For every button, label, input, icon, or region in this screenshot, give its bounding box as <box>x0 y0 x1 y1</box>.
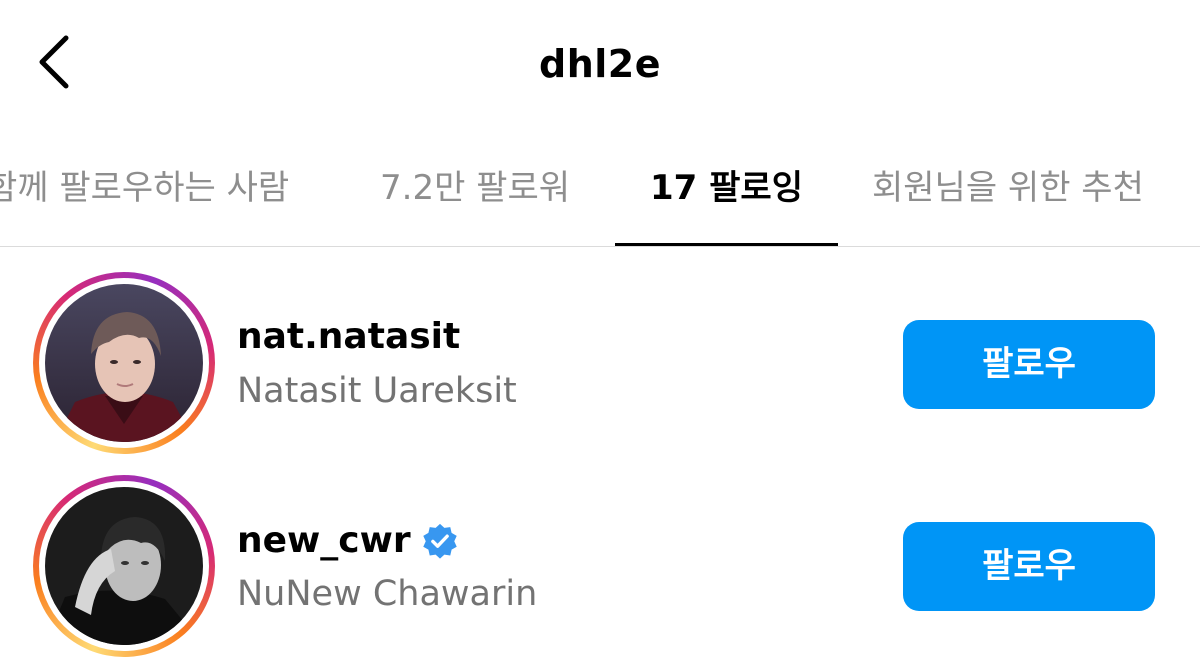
following-screen: dhl2e 함께 팔로우하는 사람 7.2만 팔로워 17 팔로잉 회원님을 위… <box>0 0 1200 660</box>
avatar <box>45 487 203 645</box>
username[interactable]: new_cwr <box>237 517 411 565</box>
active-tab-indicator <box>615 243 838 246</box>
tab-mutual-followers[interactable]: 함께 팔로우하는 사람 <box>0 160 289 216</box>
list-item: new_cwr NuNew Chawarin 팔로우 <box>0 472 1200 660</box>
list-item: nat.natasit Natasit Uareksit 팔로우 <box>0 270 1200 460</box>
tab-followers[interactable]: 7.2만 팔로워 <box>380 160 570 216</box>
full-name: NuNew Chawarin <box>237 574 538 614</box>
story-ring[interactable] <box>33 272 215 454</box>
avatar <box>45 284 203 442</box>
username[interactable]: nat.natasit <box>237 313 460 361</box>
header: dhl2e <box>0 0 1200 130</box>
tab-following[interactable]: 17 팔로잉 <box>650 160 803 216</box>
tab-bar: 함께 팔로우하는 사람 7.2만 팔로워 17 팔로잉 회원님을 위한 추천 <box>0 130 1200 247</box>
follow-button[interactable]: 팔로우 <box>903 522 1155 611</box>
tab-suggested[interactable]: 회원님을 위한 추천 <box>872 160 1144 216</box>
verified-badge-icon <box>422 523 457 559</box>
page-title: dhl2e <box>539 42 661 86</box>
full-name: Natasit Uareksit <box>237 371 517 411</box>
story-ring[interactable] <box>33 475 215 657</box>
follow-button[interactable]: 팔로우 <box>903 320 1155 409</box>
